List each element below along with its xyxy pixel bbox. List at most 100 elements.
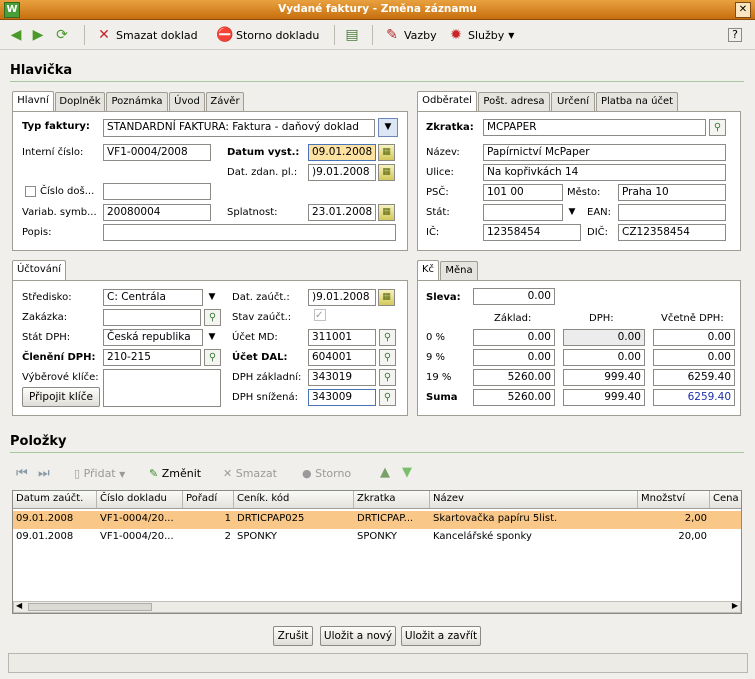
ean-field[interactable] — [618, 204, 726, 221]
tab-accounting[interactable]: Účtování — [12, 260, 66, 281]
tab-currency[interactable]: Měna — [440, 261, 478, 281]
tab-supplement[interactable]: Doplněk — [55, 92, 105, 112]
col-header-date[interactable]: Datum zaúčt. — [13, 491, 97, 509]
sum-vat[interactable]: 999.40 — [563, 389, 645, 406]
rate-19-base[interactable]: 5260.00 — [473, 369, 555, 386]
rate-9-vat[interactable]: 0.00 — [563, 349, 645, 366]
zip-field[interactable]: 101 00 — [483, 184, 563, 201]
issue-date-calendar-button[interactable]: ▦ — [378, 144, 395, 161]
table-horizontal-scrollbar[interactable]: ◀ ▶ — [13, 601, 741, 613]
storno-document-button[interactable]: ⛔ Storno dokladu — [216, 21, 319, 49]
dic-field[interactable]: CZ12358454 — [618, 224, 726, 241]
links-button[interactable]: ✎ Vazby — [384, 21, 437, 49]
vat-base-lookup-button[interactable]: ⚲ — [379, 369, 396, 386]
city-field[interactable]: Praha 10 — [618, 184, 726, 201]
add-item-button[interactable]: ▯ Přidat ▼ — [74, 467, 125, 480]
dal-account-field[interactable]: 604001 — [308, 349, 376, 366]
print-button[interactable]: ▤ — [344, 21, 360, 49]
due-date-calendar-button[interactable]: ▦ — [378, 204, 395, 221]
col-header-price[interactable]: Cena — [710, 491, 741, 509]
rate-19-vat[interactable]: 999.40 — [563, 369, 645, 386]
contract-lookup-button[interactable]: ⚲ — [204, 309, 221, 326]
attach-keys-button[interactable]: Připojit klíče — [22, 387, 100, 407]
received-no-checkbox[interactable] — [25, 186, 36, 197]
discount-field[interactable]: 0.00 — [473, 288, 555, 305]
vat-split-field[interactable]: 210-215 — [103, 349, 201, 366]
back-button[interactable]: ◀ — [8, 21, 24, 49]
table-row[interactable]: 09.01.2008 VF1-0004/20... 1 DRTICPAP025 … — [13, 511, 741, 529]
tab-postal-address[interactable]: Pošt. adresa — [478, 92, 550, 112]
center-select[interactable]: C: Centrála — [103, 289, 203, 306]
var-symbol-field[interactable]: 20080004 — [103, 204, 211, 221]
rate-19-total[interactable]: 6259.40 — [653, 369, 735, 386]
selection-keys-box[interactable] — [103, 369, 221, 407]
forward-button[interactable]: ▶ — [30, 21, 46, 49]
vat-base-account-field[interactable]: 343019 — [308, 369, 376, 386]
vat-split-lookup-button[interactable]: ⚲ — [204, 349, 221, 366]
tab-intro[interactable]: Úvod — [169, 92, 205, 112]
acc-date-field[interactable]: )9.01.2008 — [308, 289, 376, 306]
rate-9-total[interactable]: 0.00 — [653, 349, 735, 366]
last-item-button[interactable]: ⏭ — [38, 466, 50, 481]
delete-document-button[interactable]: ✕ Smazat doklad — [96, 21, 198, 49]
internal-no-field[interactable]: VF1-0004/2008 — [103, 144, 211, 161]
dal-account-lookup-button[interactable]: ⚲ — [379, 349, 396, 366]
vat-reduced-lookup-button[interactable]: ⚲ — [379, 389, 396, 406]
scroll-right-icon[interactable]: ▶ — [732, 601, 738, 610]
sum-base[interactable]: 5260.00 — [473, 389, 555, 406]
move-down-button[interactable]: ▼ — [402, 465, 412, 480]
md-account-field[interactable]: 311001 — [308, 329, 376, 346]
col-header-doc-no[interactable]: Číslo dokladu — [97, 491, 183, 509]
col-header-quantity[interactable]: Množství — [638, 491, 710, 509]
move-up-button[interactable]: ▲ — [380, 465, 390, 480]
contract-field[interactable] — [103, 309, 201, 326]
save-close-button[interactable]: Uložit a zavřít — [401, 626, 481, 646]
md-account-lookup-button[interactable]: ⚲ — [379, 329, 396, 346]
vat-country-dropdown-button[interactable]: ▼ — [205, 329, 219, 346]
ico-field[interactable]: 12358454 — [483, 224, 581, 241]
rate-0-total[interactable]: 0.00 — [653, 329, 735, 346]
tab-main[interactable]: Hlavní — [12, 91, 54, 112]
refresh-button[interactable]: ⟳ — [54, 21, 70, 49]
country-select[interactable] — [483, 204, 563, 221]
col-header-order[interactable]: Pořadí — [183, 491, 234, 509]
col-header-name[interactable]: Název — [430, 491, 638, 509]
received-no-field[interactable] — [103, 183, 211, 200]
tab-destination[interactable]: Určení — [551, 92, 595, 112]
scroll-left-icon[interactable]: ◀ — [16, 601, 22, 610]
first-item-button[interactable]: ⏮ — [16, 466, 28, 481]
customer-name-field[interactable]: Papírnictví McPaper — [483, 144, 726, 161]
tab-customer[interactable]: Odběratel — [417, 91, 477, 112]
rate-0-base[interactable]: 0.00 — [473, 329, 555, 346]
table-row[interactable]: 09.01.2008 VF1-0004/20... 2 SPONKY SPONK… — [13, 529, 741, 547]
scroll-thumb[interactable] — [28, 603, 152, 611]
due-date-field[interactable]: 23.01.2008 — [308, 204, 376, 221]
invoice-type-dropdown-button[interactable]: ▼ — [378, 118, 398, 137]
tab-czk[interactable]: Kč — [417, 260, 439, 281]
tax-date-field[interactable]: )9.01.2008 — [308, 164, 376, 181]
customer-lookup-button[interactable]: ⚲ — [709, 119, 726, 136]
country-dropdown-button[interactable]: ▼ — [565, 204, 579, 221]
tab-payment-account[interactable]: Platba na účet — [596, 92, 678, 112]
tab-conclusion[interactable]: Závěr — [206, 92, 244, 112]
tax-date-calendar-button[interactable]: ▦ — [378, 164, 395, 181]
tab-note[interactable]: Poznámka — [106, 92, 168, 112]
street-field[interactable]: Na kopřivkách 14 — [483, 164, 726, 181]
invoice-type-select[interactable]: STANDARDNÍ FAKTURA: Faktura - daňový dok… — [103, 119, 375, 137]
col-header-code[interactable]: Zkratka — [354, 491, 430, 509]
storno-item-button[interactable]: ● Storno — [302, 467, 351, 480]
issue-date-field[interactable]: 09.01.2008 — [308, 144, 376, 161]
rate-9-base[interactable]: 0.00 — [473, 349, 555, 366]
cancel-button[interactable]: Zrušit — [273, 626, 313, 646]
vat-country-select[interactable]: Česká republika — [103, 329, 203, 346]
help-button[interactable]: ? — [728, 21, 742, 49]
description-field[interactable] — [103, 224, 396, 241]
save-new-button[interactable]: Uložit a nový — [320, 626, 396, 646]
delete-item-button[interactable]: ✕ Smazat — [223, 467, 277, 480]
acc-date-calendar-button[interactable]: ▦ — [378, 289, 395, 306]
sum-total[interactable]: 6259.40 — [653, 389, 735, 406]
vat-reduced-account-field[interactable]: 343009 — [308, 389, 376, 406]
close-button[interactable]: ✕ — [735, 2, 751, 18]
services-button[interactable]: ✹ Služby ▼ — [448, 21, 514, 49]
customer-code-field[interactable]: MCPAPER — [483, 119, 706, 136]
